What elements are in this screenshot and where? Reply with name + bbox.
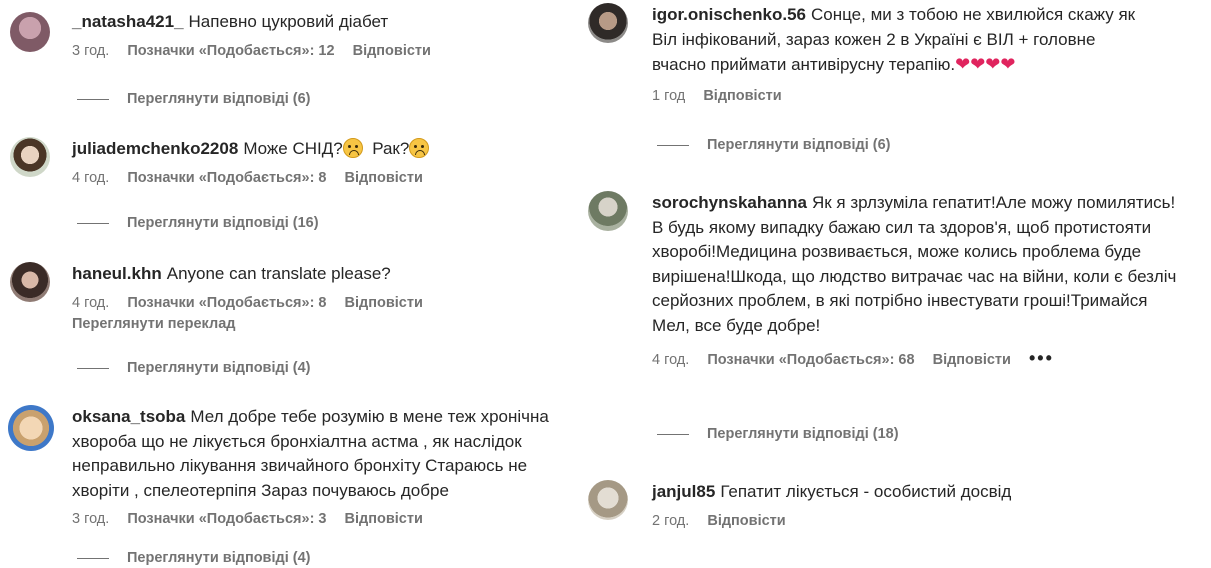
sad-face-emoji-icon — [342, 138, 363, 158]
comment-likes[interactable]: Позначки «Подобається»: 8 — [127, 170, 326, 186]
reply-button[interactable]: Відповісти — [933, 352, 1011, 368]
comment-username[interactable]: haneul.khn — [72, 264, 162, 283]
view-replies-label: Переглянути відповіді (6) — [127, 91, 311, 107]
replies-divider — [77, 557, 109, 559]
avatar[interactable] — [10, 262, 50, 302]
comment-likes[interactable]: Позначки «Подобається»: 8 — [127, 295, 326, 311]
comment-username[interactable]: oksana_tsoba — [72, 407, 185, 426]
reply-button[interactable]: Відповісти — [353, 43, 431, 59]
comment-content: _natasha421_ Напевно цукровий діабет 3 го… — [72, 10, 575, 61]
view-replies-label: Переглянути відповіді (4) — [127, 550, 311, 566]
replies-divider — [77, 367, 109, 369]
comment-body-2: Рак? — [372, 139, 410, 158]
comment-content: janjul85 Гепатит лікується - особистий до… — [652, 480, 1198, 531]
comment-meta: 3 год. Позначки «Подобається»: 12 Відпов… — [72, 41, 575, 61]
comment-username[interactable]: _natasha421_ — [72, 12, 184, 31]
comment-time[interactable]: 3 год. — [72, 43, 109, 59]
avatar[interactable] — [8, 405, 54, 451]
comment-text: sorochynskahanna Як я зрлзуміла гепатит!А… — [652, 191, 1177, 338]
comment-username[interactable]: juliademchenko2208 — [72, 139, 238, 158]
avatar[interactable] — [10, 137, 50, 177]
comment-time[interactable]: 4 год. — [652, 352, 689, 368]
comment-meta: 4 год. Позначки «Подобається»: 68 Відпов… — [652, 348, 1198, 368]
view-replies-button[interactable]: Переглянути відповіді (6) — [657, 135, 891, 155]
comment-body: Гепатит лікується - особистий досвід — [720, 482, 1012, 501]
reply-button[interactable]: Відповісти — [345, 295, 423, 311]
comment-meta: 2 год. Відповісти — [652, 511, 1198, 531]
comment-content: haneul.khn Anyone can translate please? 4… — [72, 262, 575, 332]
comment-text: _natasha421_ Напевно цукровий діабет — [72, 10, 575, 35]
more-options-icon[interactable]: ••• — [1029, 348, 1054, 368]
comment-meta: 4 год. Позначки «Подобається»: 8 Відпові… — [72, 168, 575, 188]
reply-button[interactable]: Відповісти — [707, 513, 785, 529]
comment-content: juliademchenko2208 Може СНІД? Рак? 4 год.… — [72, 137, 575, 188]
comment-time[interactable]: 3 год. — [72, 511, 109, 527]
comment-time[interactable]: 1 год — [652, 88, 685, 104]
replies-divider — [77, 222, 109, 224]
comment-time[interactable]: 2 год. — [652, 513, 689, 529]
comment-username[interactable]: janjul85 — [652, 482, 715, 501]
comment-time[interactable]: 4 год. — [72, 170, 109, 186]
view-replies-button[interactable]: Переглянути відповіді (18) — [657, 424, 899, 444]
view-replies-label: Переглянути відповіді (16) — [127, 215, 319, 231]
view-replies-button[interactable]: Переглянути відповіді (4) — [77, 548, 311, 568]
replies-divider — [657, 144, 689, 146]
comment-content: oksana_tsoba Мел добре тебе розумію в мен… — [72, 405, 575, 529]
comment-body: Може СНІД? — [243, 139, 343, 158]
comment-text: haneul.khn Anyone can translate please? — [72, 262, 575, 287]
replies-divider — [657, 433, 689, 435]
avatar[interactable] — [588, 480, 628, 520]
comment-username[interactable]: sorochynskahanna — [652, 193, 807, 212]
view-replies-button[interactable]: Переглянути відповіді (6) — [77, 89, 311, 109]
reply-button[interactable]: Відповісти — [345, 170, 423, 186]
comment-time[interactable]: 4 год. — [72, 295, 109, 311]
avatar[interactable] — [588, 191, 628, 231]
reply-button[interactable]: Відповісти — [703, 88, 781, 104]
comment-likes[interactable]: Позначки «Подобається»: 12 — [127, 43, 334, 59]
comment-meta: 1 год Відповісти — [652, 86, 1198, 106]
comment-likes[interactable]: Позначки «Подобається»: 68 — [707, 352, 914, 368]
sad-face-emoji-icon — [409, 138, 430, 158]
view-replies-label: Переглянути відповіді (4) — [127, 360, 311, 376]
see-translation-button[interactable]: Переглянути переклад — [72, 316, 575, 332]
comment-body: Напевно цукровий діабет — [188, 12, 389, 31]
view-replies-button[interactable]: Переглянути відповіді (16) — [77, 213, 319, 233]
view-replies-label: Переглянути відповіді (6) — [707, 137, 891, 153]
comment-content: sorochynskahanna Як я зрлзуміла гепатит!А… — [652, 191, 1198, 368]
replies-divider — [77, 98, 109, 100]
comment-body: Anyone can translate please? — [166, 264, 391, 283]
view-replies-button[interactable]: Переглянути відповіді (4) — [77, 358, 311, 378]
comment-text: janjul85 Гепатит лікується - особистий до… — [652, 480, 1198, 505]
avatar[interactable] — [10, 12, 50, 52]
comment-text: igor.onischenko.56 Сонце, ми з тобою не х… — [652, 3, 1142, 78]
comment-text: juliademchenko2208 Може СНІД? Рак? — [72, 137, 575, 162]
comment-username[interactable]: igor.onischenko.56 — [652, 5, 806, 24]
comment-text: oksana_tsoba Мел добре тебе розумію в мен… — [72, 405, 562, 503]
avatar[interactable] — [588, 3, 628, 43]
view-replies-label: Переглянути відповіді (18) — [707, 426, 899, 442]
heart-emoji-icon: ❤❤❤❤ — [955, 54, 1016, 74]
comment-meta: 4 год. Позначки «Подобається»: 8 Відпові… — [72, 293, 575, 313]
comment-meta: 3 год. Позначки «Подобається»: 3 Відпові… — [72, 509, 575, 529]
comment-likes[interactable]: Позначки «Подобається»: 3 — [127, 511, 326, 527]
comment-content: igor.onischenko.56 Сонце, ми з тобою не х… — [652, 3, 1198, 106]
reply-button[interactable]: Відповісти — [345, 511, 423, 527]
comment-body: Як я зрлзуміла гепатит!Але можу помиляти… — [652, 193, 1177, 335]
